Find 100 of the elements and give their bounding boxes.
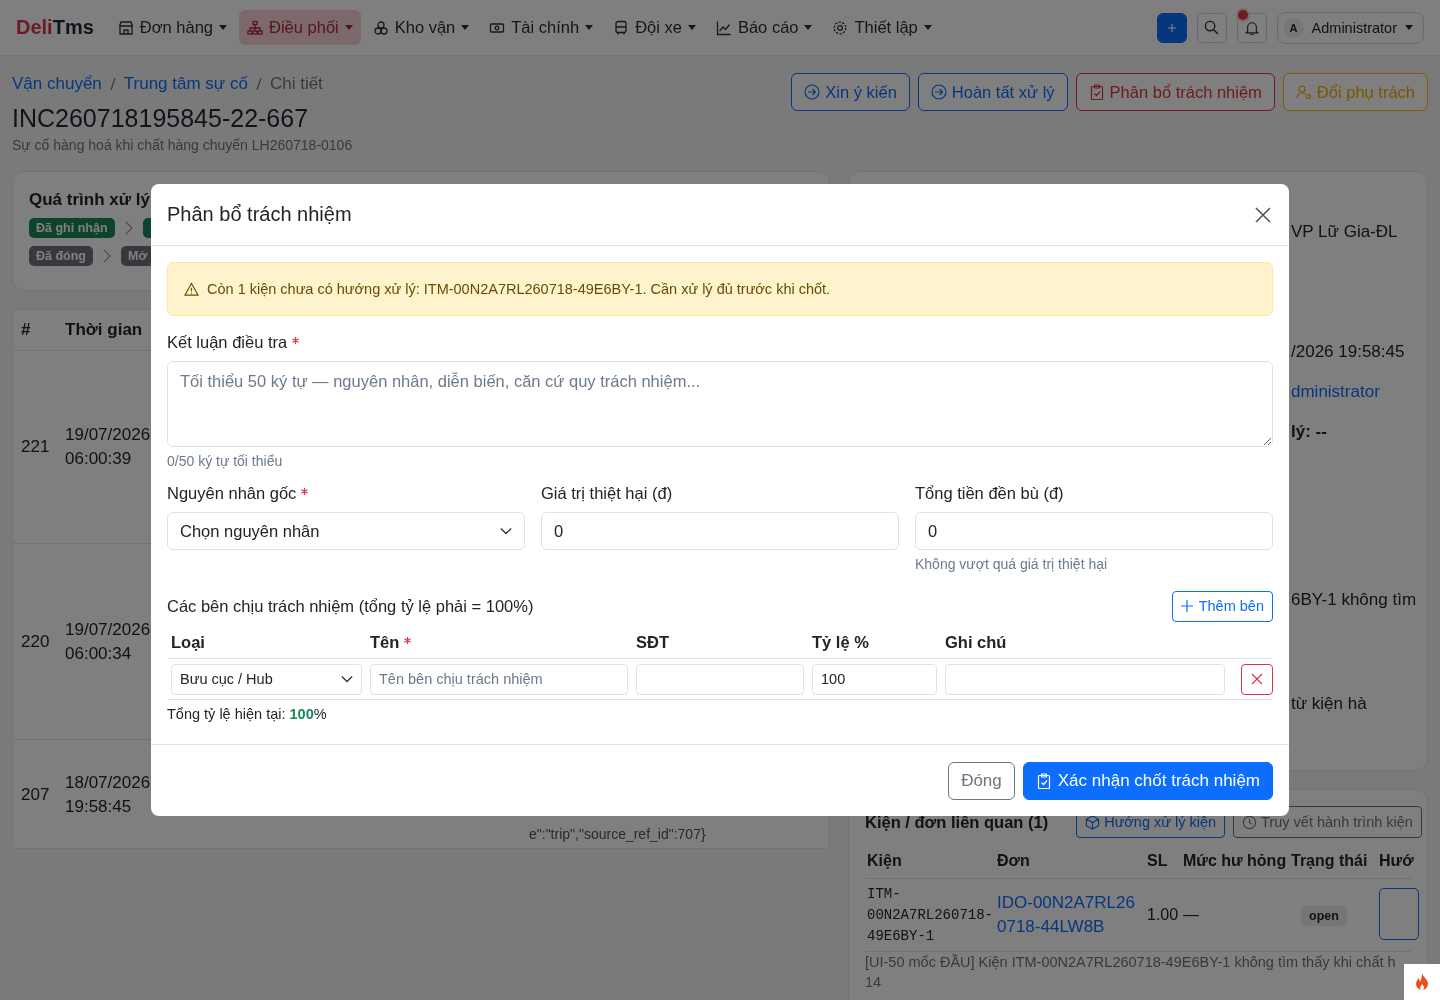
field-label: Kết luận điều tra	[167, 333, 288, 352]
nav-menu-item[interactable]: Đội xe	[605, 10, 704, 45]
table-cell-text: 18/07/2026 19:58:45	[65, 772, 151, 818]
table-cell-text: 221	[20, 437, 51, 457]
box-icon	[1085, 814, 1101, 830]
action-button[interactable]: Phân bổ trách nhiệm	[1075, 73, 1275, 111]
caret-icon	[923, 25, 932, 30]
nav-menu-item[interactable]: Thiết lập	[824, 10, 940, 45]
bell-icon	[1244, 20, 1259, 35]
note-field[interactable]	[945, 663, 1225, 695]
add-button[interactable]	[1156, 12, 1187, 43]
row-action-button[interactable]	[1379, 888, 1419, 940]
flame-icon[interactable]	[1404, 964, 1440, 1000]
user-menu[interactable]: A Administrator	[1276, 11, 1424, 44]
plus-icon	[1166, 22, 1177, 33]
breadcrumb-link[interactable]: Trung tâm sự cố	[123, 74, 248, 94]
detail-link[interactable]: dministrator	[1291, 380, 1427, 404]
party-type-select[interactable]: Bưu cục / Hub	[171, 663, 362, 695]
nav-menu-item[interactable]: Báo cáo	[707, 10, 821, 45]
action-button[interactable]: Xin ý kiến	[791, 73, 910, 111]
detail-text: lý: --	[1291, 421, 1328, 443]
required-icon	[404, 636, 412, 644]
clipboard-icon	[1035, 772, 1052, 789]
phone-field[interactable]	[636, 663, 804, 695]
delete-button[interactable]	[1241, 663, 1273, 695]
boxes-icon	[372, 19, 389, 36]
table-cell-text: 220	[20, 631, 51, 652]
user-gear-icon	[1295, 84, 1312, 100]
field-label: Giá trị thiệt hại (đ)	[541, 484, 673, 503]
table-cell-text: 19/07/2026 06:00:34	[65, 618, 151, 665]
conclusion-field[interactable]: Tối thiểu 50 ký tự — nguyên nhân, diễn biến, căn cứ quy trách nhiệm...	[167, 361, 1273, 447]
column-header: Tỷ lệ %	[812, 632, 869, 652]
close-button[interactable]	[1253, 204, 1273, 225]
add-party-button[interactable]: Thêm bên	[1171, 590, 1273, 622]
related-button[interactable]: Truy vết hành trình kiện	[1233, 806, 1422, 838]
detail-text: 6BY-1 không tìm	[1291, 589, 1418, 611]
note-text: 14	[865, 973, 883, 992]
card-title: Quá trình xử lý	[29, 190, 151, 210]
close-icon	[1255, 206, 1271, 223]
close-icon	[1251, 673, 1263, 685]
caret-icon	[687, 25, 696, 30]
clock-icon	[1242, 814, 1258, 830]
column-header: Trạng thái	[1290, 852, 1369, 870]
total-ratio-text: Tổng tỷ lệ hiện tại: 100%	[167, 706, 328, 722]
nav-menu-item[interactable]: Tài chính	[481, 10, 602, 45]
note-text: [UI-50 mốc ĐẦU] Kiện ITM-00N2A7RL260718-49E6BY-1 không tìm thấy khi chất h	[865, 953, 1397, 972]
nav-menu-item[interactable]: Điều phối	[239, 10, 361, 45]
status-badge: Đã đóng	[29, 246, 93, 266]
detail-text: từ kiện hà	[1291, 693, 1368, 715]
footer-button[interactable]: Đóng	[948, 761, 1015, 800]
help-text: 0/50 ký tự tối thiểu	[167, 453, 284, 471]
caret-icon	[219, 25, 227, 30]
caret-icon	[461, 25, 470, 30]
search-button[interactable]	[1196, 12, 1227, 43]
column-header: Kiện	[866, 852, 903, 870]
warning-icon	[184, 281, 199, 297]
column-header: Hướ	[1378, 852, 1415, 870]
action-button[interactable]: Hoàn tất xử lý	[917, 73, 1068, 111]
table-cell-text: —	[1182, 906, 1200, 924]
payload-text: e":"trip","source_ref_id":707}	[529, 826, 706, 842]
alert-text: Còn 1 kiện chưa có hướng xử lý: ITM-00N2A7RL260718-49E6BY-1. Cần xử lý đủ trước khi chốt.	[207, 281, 831, 297]
party-name-field[interactable]: Tên bên chịu trách nhiệm	[370, 663, 628, 695]
cause-select[interactable]: Chọn nguyên nhân	[167, 512, 525, 550]
column-header: SĐT	[636, 632, 669, 652]
table-cell-text: 1.00	[1146, 906, 1180, 924]
order-link[interactable]: IDO-00N2A7RL260718-44LW8B	[995, 891, 1145, 939]
column-header: Đơn	[996, 852, 1031, 870]
column-header: #	[20, 320, 32, 340]
page-title: INC260718195845-22-667	[12, 104, 310, 133]
table-cell-text: ITM-00N2A7RL260718-49E6BY-1	[866, 884, 995, 946]
required-icon	[301, 488, 309, 495]
modal-title: Phân bổ trách nhiệm	[167, 203, 352, 226]
nav-menu-item[interactable]: Kho vận	[364, 10, 478, 45]
user-name: Administrator	[1311, 19, 1397, 36]
status-badge: Đã ghi nhận	[29, 218, 115, 238]
ratio-field[interactable]: 100	[812, 663, 937, 695]
column-header: Ghi chú	[945, 632, 1007, 652]
gear-icon	[832, 19, 849, 36]
amount-field[interactable]: 0	[541, 512, 899, 550]
chevron-icon	[103, 249, 111, 263]
required-icon	[292, 337, 300, 344]
amount-field[interactable]: 0	[915, 512, 1273, 550]
logo[interactable]: DeliTms	[16, 16, 94, 39]
breadcrumb-link[interactable]: Vận chuyển	[12, 74, 102, 94]
chevron-down-icon	[341, 675, 353, 683]
avatar: A	[1283, 17, 1304, 38]
store-icon	[117, 19, 134, 36]
nav-menu-item[interactable]: Đơn hàng	[109, 10, 235, 45]
detail-text: VP Lữ Gia-ĐL	[1291, 221, 1399, 243]
column-header: Loại	[171, 632, 205, 652]
footer-button[interactable]: Xác nhận chốt trách nhiệm	[1022, 761, 1273, 800]
caret-icon	[344, 25, 353, 30]
caret-icon	[585, 25, 594, 30]
table-cell-text: 19/07/2026 06:00:39	[65, 424, 151, 470]
table-cell-text: 207	[20, 785, 51, 805]
card-title: Kiện / đơn liên quan (1)	[865, 812, 1049, 832]
sitemap-icon	[247, 19, 263, 36]
detail-text: /2026 19:58:45	[1291, 341, 1406, 363]
column-header: Tên	[370, 632, 400, 652]
field-label: Nguyên nhân gốc	[167, 484, 297, 503]
